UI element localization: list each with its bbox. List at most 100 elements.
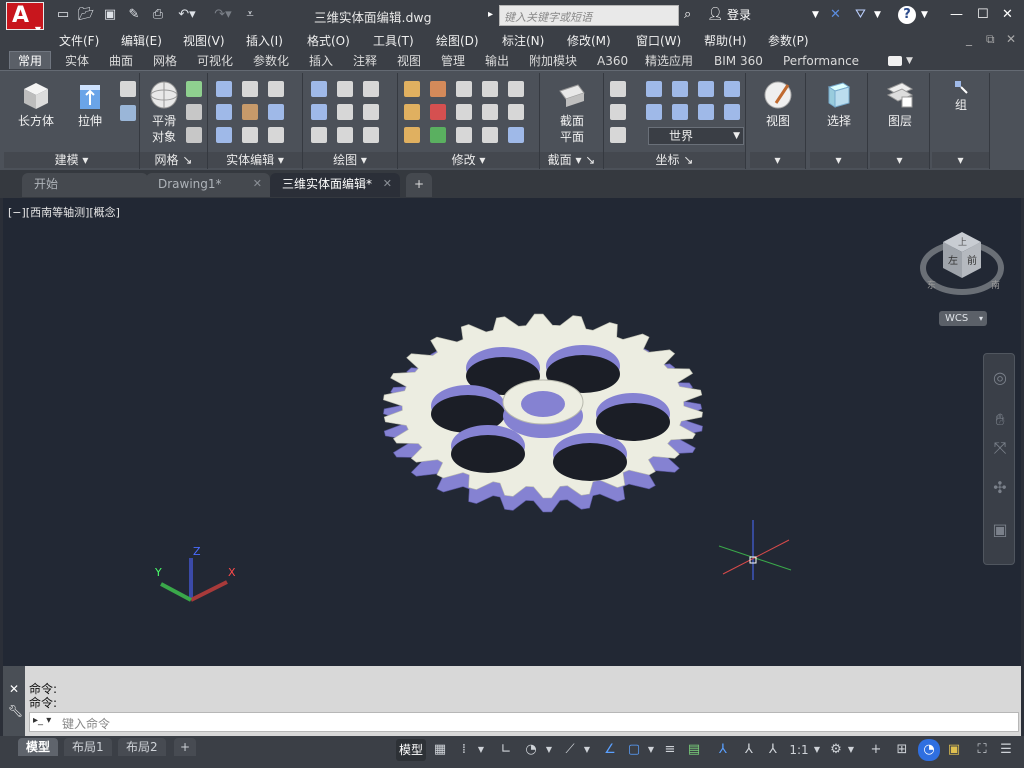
lineweight-icon[interactable]: ≡ (660, 739, 680, 761)
command-window-grip[interactable]: ✕ 🔧︎ (3, 666, 25, 736)
ucs-icon-properties-icon[interactable] (610, 127, 626, 143)
annotation-visibility-icon[interactable]: ⅄ (712, 739, 734, 761)
search-input[interactable]: 键入关键字或短语 (499, 5, 679, 26)
panel-label-section[interactable]: 截面 ▾ ↘ (540, 152, 603, 168)
circle-icon[interactable] (363, 104, 379, 120)
ellipse-icon[interactable] (363, 127, 379, 143)
menu-window[interactable]: 窗口(W) (636, 32, 681, 49)
polygon-icon[interactable] (311, 127, 327, 143)
expand-arrow-icon[interactable]: ▸ (488, 6, 493, 24)
slice-icon[interactable] (242, 81, 258, 97)
group-button[interactable]: 组 (937, 77, 985, 113)
ucs-dropdown[interactable]: 世界 ▼ (648, 127, 744, 145)
smooth-icon[interactable] (120, 105, 136, 121)
transparency-icon[interactable]: ▤ (684, 739, 704, 761)
help-dropdown-icon[interactable]: ▼ (921, 6, 928, 24)
doc-minimize-icon[interactable]: _ (966, 32, 972, 46)
extrude-button[interactable]: 拉伸 (66, 77, 114, 129)
snap-icon[interactable]: ⁞ (454, 739, 474, 761)
viewcube[interactable]: 上 左 前 东 南 (915, 226, 1015, 306)
polar-icon[interactable]: ◔ (520, 739, 542, 761)
move-icon[interactable] (456, 81, 472, 97)
extract-edges-icon[interactable] (268, 81, 284, 97)
menu-insert[interactable]: 插入(I) (246, 32, 283, 49)
workspace-dropdown-icon[interactable]: ▼ (846, 739, 856, 761)
scale-dropdown-icon[interactable]: ▼ (812, 739, 822, 761)
panel-label-solid-editing[interactable]: 实体编辑 ▾ (208, 152, 302, 168)
3d-rotate-icon[interactable] (430, 81, 446, 97)
panel-layers-expand[interactable]: ▾ (870, 152, 929, 168)
separate-icon[interactable] (268, 127, 284, 143)
clean-screen-icon[interactable]: ⛶ (972, 739, 992, 761)
file-tab-start[interactable]: 开始 (22, 173, 148, 197)
command-prompt-icon[interactable]: ▸_ ▾ (33, 715, 51, 726)
rectangle-icon[interactable] (337, 127, 353, 143)
snap-dropdown-icon[interactable]: ▼ (476, 739, 486, 761)
object-snap-tracking-icon[interactable]: ∠ (600, 739, 620, 761)
new-icon[interactable]: ▭ (55, 7, 71, 23)
menu-help[interactable]: 帮助(H) (704, 32, 746, 49)
zoom-extents-icon[interactable]: ⤧ (990, 438, 1010, 458)
annotation-scale-value[interactable]: 1:1 (788, 739, 810, 761)
mesh-icon[interactable] (186, 81, 202, 97)
polar-dropdown-icon[interactable]: ▼ (544, 739, 554, 761)
doc-restore-icon[interactable]: ⧉ (986, 32, 995, 47)
line-icon[interactable] (337, 104, 353, 120)
annotation-monitor-icon[interactable]: + (866, 739, 886, 761)
ribbon-tab-output[interactable]: 输出 (485, 52, 509, 70)
ribbon-tab-home[interactable]: 常用 (9, 51, 52, 69)
interfere-icon[interactable] (242, 104, 258, 120)
helix-icon[interactable] (337, 81, 353, 97)
panel-label-mesh[interactable]: 网格 ↘ (140, 152, 207, 168)
steering-wheel-icon[interactable]: ◎ (990, 368, 1010, 388)
3d-mirror-icon[interactable] (404, 127, 420, 143)
spline-icon[interactable] (311, 104, 327, 120)
panel-label-modify[interactable]: 修改 ▾ (398, 152, 539, 168)
customization-menu-icon[interactable]: ☰ (996, 739, 1016, 761)
add-layout-button[interactable]: + (174, 738, 197, 756)
panel-label-coordinates[interactable]: 坐标 ↘ (604, 152, 745, 168)
fillet-edge-icon[interactable] (242, 127, 258, 143)
redo-icon[interactable]: ↷▾ (210, 7, 236, 23)
ucs-object-icon[interactable] (724, 104, 740, 120)
command-close-icon[interactable]: ✕ (9, 682, 19, 696)
doc-close-icon[interactable]: ✕ (1006, 32, 1016, 46)
save-icon[interactable]: ▣ (102, 7, 118, 23)
object-snap-icon[interactable]: ▢ (624, 739, 644, 761)
ribbon-tab-insert[interactable]: 插入 (309, 52, 333, 70)
box-button[interactable]: 长方体 (12, 77, 60, 129)
stretch-icon[interactable] (456, 127, 472, 143)
ribbon-tab-mesh[interactable]: 网格 (153, 52, 177, 70)
ribbon-tab-performance[interactable]: Performance (783, 52, 859, 70)
ribbon-tab-featured-apps[interactable]: 精选应用 (645, 52, 693, 70)
isodraft-dropdown-icon[interactable]: ▼ (582, 739, 592, 761)
layout-tab-model[interactable]: 模型 (18, 738, 59, 756)
layers-button[interactable]: 图层 (876, 77, 924, 129)
menu-view[interactable]: 视图(V) (183, 32, 225, 49)
section-plane-button[interactable]: 截面 平面 (548, 77, 596, 145)
maximize-icon[interactable]: ☐ (977, 6, 989, 24)
menu-edit[interactable]: 编辑(E) (121, 32, 162, 49)
panel-label-draw[interactable]: 绘图 ▾ (303, 152, 397, 168)
workspace-gear-icon[interactable]: ⚙ (826, 739, 846, 761)
units-icon[interactable]: ⊞ (892, 739, 912, 761)
layout-tab-layout2[interactable]: 布局2 (118, 738, 166, 756)
auto-scale-icon[interactable]: ⅄ (738, 739, 760, 761)
command-input[interactable]: 键入命令 (29, 712, 1019, 732)
union-icon[interactable] (216, 81, 232, 97)
ribbon-tab-solid[interactable]: 实体 (65, 52, 89, 70)
isolate-objects-icon[interactable]: ◔ (918, 739, 940, 761)
menu-tools[interactable]: 工具(T) (373, 32, 414, 49)
layout-tab-layout1[interactable]: 布局1 (64, 738, 112, 756)
menu-format[interactable]: 格式(O) (307, 32, 350, 49)
grid-icon[interactable]: ▦ (430, 739, 450, 761)
ucs-zaxis-icon[interactable] (698, 104, 714, 120)
object-snap-dropdown-icon[interactable]: ▼ (646, 739, 656, 761)
command-settings-icon[interactable]: 🔧︎ (8, 704, 23, 718)
intersect-icon[interactable] (216, 127, 232, 143)
login-link[interactable]: 登录 (727, 6, 751, 24)
save-as-icon[interactable]: ✎ (126, 7, 142, 23)
wcs-menu[interactable]: WCS ▾ (939, 311, 987, 326)
panel-label-modeling[interactable]: 建模 ▾ (4, 152, 139, 168)
ribbon-tab-addins[interactable]: 附加模块 (529, 52, 577, 70)
